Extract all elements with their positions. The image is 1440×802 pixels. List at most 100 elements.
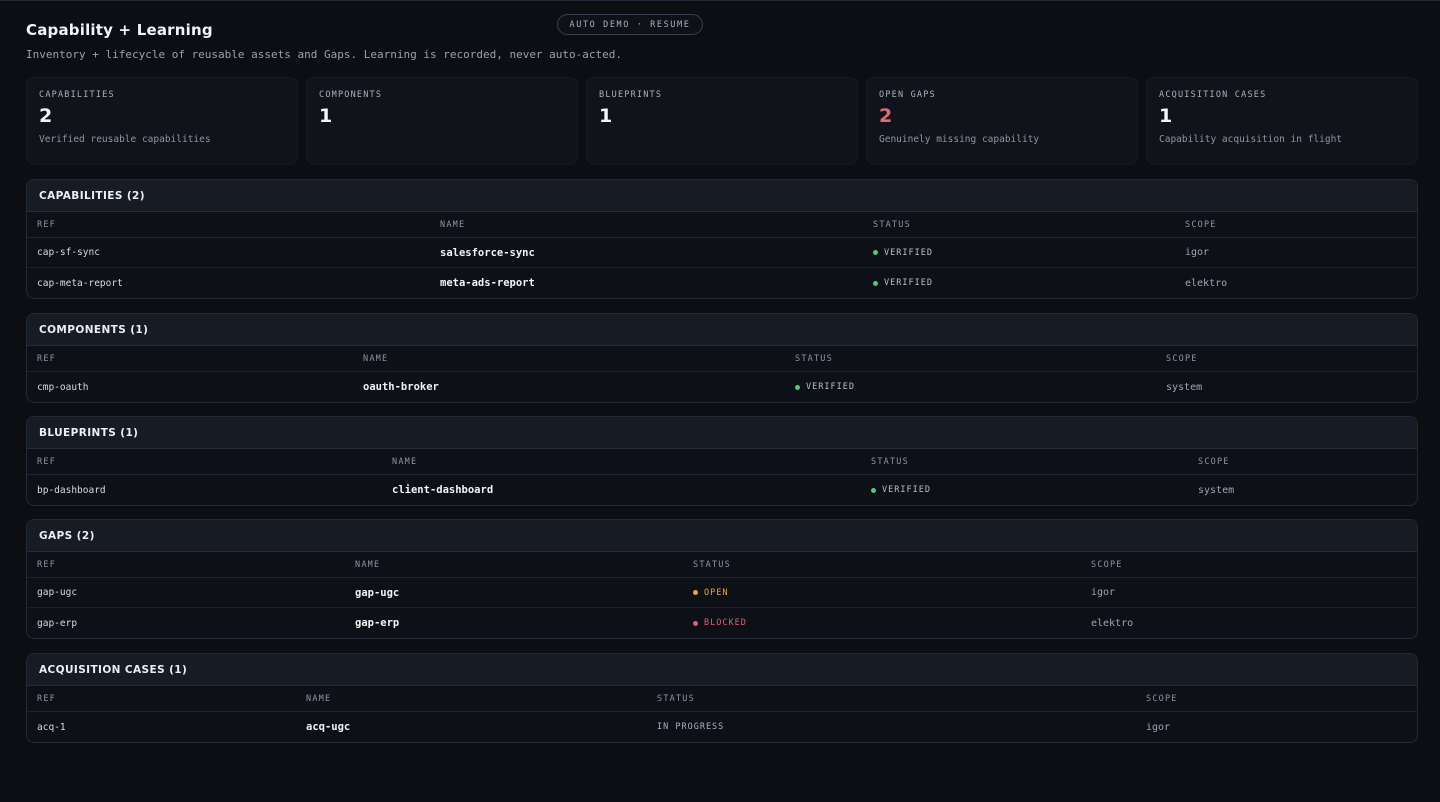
cell-scope: elektro — [1185, 277, 1228, 289]
table-row[interactable]: cap-meta-report meta-ads-report VERIFIED… — [27, 268, 1417, 298]
table-header: REF NAME STATUS SCOPE — [27, 686, 1417, 712]
table-row[interactable]: gap-erp gap-erp BLOCKED elektro — [27, 608, 1417, 638]
section-title: CAPABILITIES (2) — [27, 180, 1417, 212]
page-title: Capability + Learning — [26, 21, 213, 39]
column-header-ref: REF — [37, 219, 56, 230]
cell-ref: cap-sf-sync — [37, 247, 100, 258]
stat-label: ACQUISITION CASES — [1159, 90, 1267, 100]
column-header-ref: REF — [37, 353, 56, 364]
cell-scope: system — [1198, 484, 1235, 496]
cell-name: acq-ugc — [306, 721, 351, 733]
status-badge: OPEN — [693, 588, 1091, 598]
auto-demo-resume-button[interactable]: AUTO DEMO · RESUME — [557, 14, 703, 35]
cell-name: oauth-broker — [363, 381, 439, 393]
cell-name: client-dashboard — [392, 484, 494, 496]
stat-label: BLUEPRINTS — [599, 90, 663, 100]
acquisition-cases-section: ACQUISITION CASES (1) REF NAME STATUS SC… — [26, 653, 1418, 743]
gaps-section: GAPS (2) REF NAME STATUS SCOPE gap-ugc g… — [26, 519, 1418, 639]
cell-scope: igor — [1185, 247, 1210, 258]
status-text: VERIFIED — [806, 382, 855, 392]
page-header: Capability + Learning Inventory + lifecy… — [26, 21, 622, 61]
status-badge: VERIFIED — [873, 278, 1185, 288]
stat-description: Verified reusable capabilities — [39, 134, 211, 145]
cell-scope: igor — [1091, 587, 1116, 598]
blueprints-section: BLUEPRINTS (1) REF NAME STATUS SCOPE bp-… — [26, 416, 1418, 506]
stat-value: 2 — [39, 105, 53, 127]
stat-value: 2 — [879, 105, 893, 127]
status-badge: VERIFIED — [795, 382, 1166, 392]
status-dot-icon — [693, 620, 698, 626]
status-text: VERIFIED — [884, 278, 933, 288]
status-dot-icon — [795, 384, 800, 390]
cell-scope: elektro — [1091, 617, 1134, 629]
column-header-ref: REF — [37, 456, 56, 467]
cell-name: gap-ugc — [355, 586, 400, 599]
column-header-status: STATUS — [693, 559, 731, 570]
components-section: COMPONENTS (1) REF NAME STATUS SCOPE cmp… — [26, 313, 1418, 403]
column-header-name: NAME — [355, 559, 381, 570]
column-header-name: NAME — [363, 353, 389, 364]
cell-name: salesforce-sync — [440, 246, 535, 259]
column-header-scope: SCOPE — [1185, 219, 1217, 230]
table-row[interactable]: acq-1 acq-ugc IN PROGRESS igor — [27, 712, 1417, 742]
column-header-status: STATUS — [795, 353, 833, 364]
stat-value: 1 — [319, 105, 333, 127]
stat-description: Genuinely missing capability — [879, 134, 1040, 145]
column-header-name: NAME — [440, 219, 466, 230]
stat-value: 1 — [599, 105, 613, 127]
stat-card-open-gaps: OPEN GAPS 2 Genuinely missing capability — [866, 77, 1138, 165]
cell-ref: acq-1 — [37, 721, 66, 733]
table-header: REF NAME STATUS SCOPE — [27, 346, 1417, 372]
stat-card-blueprints: BLUEPRINTS 1 — [586, 77, 858, 165]
table-row[interactable]: gap-ugc gap-ugc OPEN igor — [27, 578, 1417, 608]
status-text: OPEN — [704, 587, 729, 598]
section-title: COMPONENTS (1) — [27, 314, 1417, 346]
section-title: GAPS (2) — [27, 520, 1417, 552]
stat-card-capabilities: CAPABILITIES 2 Verified reusable capabil… — [26, 77, 298, 165]
cell-scope: igor — [1146, 721, 1171, 733]
stat-label: OPEN GAPS — [879, 90, 936, 100]
status-dot-icon — [693, 590, 698, 595]
cell-ref: gap-ugc — [37, 587, 78, 598]
stat-card-components: COMPONENTS 1 — [306, 77, 578, 165]
status-badge: BLOCKED — [693, 618, 1091, 628]
column-header-ref: REF — [37, 559, 56, 570]
cell-name: gap-erp — [355, 617, 400, 629]
page-subtitle: Inventory + lifecycle of reusable assets… — [26, 48, 623, 61]
section-title: BLUEPRINTS (1) — [27, 417, 1417, 449]
column-header-status: STATUS — [871, 456, 909, 467]
cell-ref: gap-erp — [37, 617, 78, 629]
column-header-scope: SCOPE — [1198, 456, 1230, 467]
status-dot-icon — [873, 250, 878, 255]
stat-label: COMPONENTS — [319, 90, 383, 100]
cell-ref: cmp-oauth — [37, 381, 89, 393]
table-row[interactable]: cap-sf-sync salesforce-sync VERIFIED igo… — [27, 238, 1417, 268]
status-badge: IN PROGRESS — [657, 722, 1146, 732]
column-header-scope: SCOPE — [1091, 559, 1123, 570]
section-title: ACQUISITION CASES (1) — [27, 654, 1417, 686]
status-text: VERIFIED — [884, 247, 933, 258]
cell-name: meta-ads-report — [440, 277, 535, 289]
column-header-scope: SCOPE — [1166, 353, 1198, 364]
capabilities-section: CAPABILITIES (2) REF NAME STATUS SCOPE c… — [26, 179, 1418, 299]
column-header-ref: REF — [37, 693, 56, 704]
capability-learning-page: Capability + Learning Inventory + lifecy… — [0, 0, 1440, 802]
cell-ref: cap-meta-report — [37, 277, 123, 289]
table-row[interactable]: bp-dashboard client-dashboard VERIFIED s… — [27, 475, 1417, 505]
status-badge: VERIFIED — [871, 485, 1198, 495]
column-header-name: NAME — [392, 456, 418, 467]
column-header-status: STATUS — [657, 693, 695, 704]
stat-card-acquisition-cases: ACQUISITION CASES 1 Capability acquisiti… — [1146, 77, 1418, 165]
status-badge: VERIFIED — [873, 248, 1185, 258]
status-text: IN PROGRESS — [657, 722, 725, 732]
status-dot-icon — [873, 280, 878, 286]
table-header: REF NAME STATUS SCOPE — [27, 212, 1417, 238]
column-header-status: STATUS — [873, 219, 911, 230]
cell-scope: system — [1166, 381, 1203, 393]
table-row[interactable]: cmp-oauth oauth-broker VERIFIED system — [27, 372, 1417, 402]
column-header-name: NAME — [306, 693, 332, 704]
cell-ref: bp-dashboard — [37, 484, 106, 496]
table-header: REF NAME STATUS SCOPE — [27, 449, 1417, 475]
status-text: VERIFIED — [882, 485, 931, 495]
status-dot-icon — [871, 487, 876, 493]
